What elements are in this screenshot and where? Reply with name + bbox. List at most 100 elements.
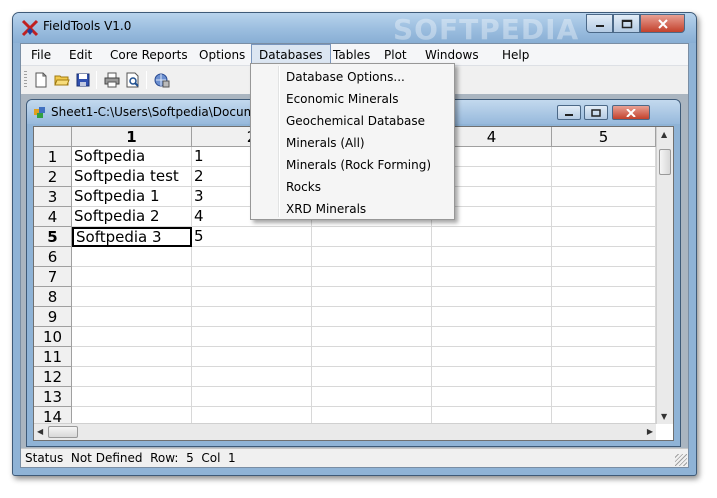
grid-cell[interactable] xyxy=(552,367,656,387)
menu-options[interactable]: Options xyxy=(192,44,252,66)
scroll-left-icon[interactable]: ◀ xyxy=(37,427,43,436)
open-button[interactable] xyxy=(52,70,72,90)
grid-cell[interactable] xyxy=(552,227,656,247)
grid-cell[interactable] xyxy=(432,387,552,407)
horizontal-scrollbar[interactable]: ◀ ▶ xyxy=(34,423,656,440)
row-header[interactable]: 9 xyxy=(34,307,72,327)
menu-minerals-all[interactable]: Minerals (All) xyxy=(253,132,452,154)
menu-core-reports[interactable]: Core Reports xyxy=(103,44,195,66)
grid-cell[interactable] xyxy=(432,307,552,327)
row-header[interactable]: 7 xyxy=(34,267,72,287)
current-cell[interactable]: Softpedia 3 xyxy=(72,227,192,247)
grid-cell[interactable] xyxy=(552,207,656,227)
resize-grip[interactable] xyxy=(675,454,687,466)
menu-geochemical-database[interactable]: Geochemical Database xyxy=(253,110,452,132)
row-header[interactable]: 11 xyxy=(34,347,72,367)
grid-cell[interactable] xyxy=(432,227,552,247)
menu-rocks[interactable]: Rocks xyxy=(253,176,452,198)
database-button[interactable] xyxy=(152,70,172,90)
grid-cell[interactable] xyxy=(72,387,192,407)
minimize-button[interactable] xyxy=(586,14,613,33)
grid-cell[interactable] xyxy=(432,367,552,387)
horizontal-scroll-thumb[interactable] xyxy=(48,426,78,438)
menu-economic-minerals[interactable]: Economic Minerals xyxy=(253,88,452,110)
print-preview-button[interactable] xyxy=(123,70,143,90)
grid-cell[interactable] xyxy=(192,247,312,267)
grid-cell[interactable] xyxy=(312,307,432,327)
row-header[interactable]: 5 xyxy=(34,227,72,247)
grid-cell[interactable] xyxy=(552,307,656,327)
grid-cell[interactable] xyxy=(552,187,656,207)
menu-help[interactable]: Help xyxy=(495,44,536,66)
grid-cell[interactable] xyxy=(312,347,432,367)
row-header[interactable]: 4 xyxy=(34,207,72,227)
grid-cell[interactable]: Softpedia 1 xyxy=(72,187,192,207)
grid-cell[interactable] xyxy=(312,227,432,247)
row-header[interactable]: 6 xyxy=(34,247,72,267)
grid-cell[interactable] xyxy=(552,387,656,407)
grid-cell[interactable] xyxy=(432,327,552,347)
row-header[interactable]: 12 xyxy=(34,367,72,387)
grid-cell[interactable] xyxy=(192,347,312,367)
grid-cell[interactable] xyxy=(192,307,312,327)
new-button[interactable] xyxy=(31,70,51,90)
grid-cell[interactable] xyxy=(432,287,552,307)
scroll-down-icon[interactable]: ▼ xyxy=(661,412,667,421)
grid-cell[interactable] xyxy=(72,347,192,367)
row-header[interactable]: 2 xyxy=(34,167,72,187)
grid-cell[interactable] xyxy=(192,267,312,287)
grid-cell[interactable] xyxy=(72,267,192,287)
vertical-scrollbar[interactable]: ▲ ▼ xyxy=(656,127,673,424)
grid-cell[interactable] xyxy=(432,347,552,367)
grid-cell[interactable]: 5 xyxy=(192,227,312,247)
grid-cell[interactable] xyxy=(552,347,656,367)
maximize-button[interactable] xyxy=(613,14,640,33)
grid-cell[interactable] xyxy=(72,367,192,387)
grid-corner[interactable] xyxy=(34,127,72,147)
grid-cell[interactable]: Softpedia xyxy=(72,147,192,167)
row-header[interactable]: 3 xyxy=(34,187,72,207)
menu-minerals-rock-forming[interactable]: Minerals (Rock Forming) xyxy=(253,154,452,176)
grid-cell[interactable] xyxy=(552,267,656,287)
menu-database-options[interactable]: Database Options... xyxy=(253,66,452,88)
save-button[interactable] xyxy=(73,70,93,90)
scroll-right-icon[interactable]: ▶ xyxy=(647,427,653,436)
sheet-minimize-button[interactable] xyxy=(557,105,581,120)
grid-cell[interactable] xyxy=(72,327,192,347)
sheet-close-button[interactable] xyxy=(612,105,650,120)
grid-cell[interactable] xyxy=(552,287,656,307)
row-header[interactable]: 10 xyxy=(34,327,72,347)
grid-cell[interactable] xyxy=(312,387,432,407)
menu-file[interactable]: File xyxy=(24,44,58,66)
grid-cell[interactable] xyxy=(312,287,432,307)
grid-cell[interactable] xyxy=(552,327,656,347)
print-button[interactable] xyxy=(102,70,122,90)
grid-cell[interactable] xyxy=(312,247,432,267)
grid-cell[interactable] xyxy=(552,247,656,267)
grid-cell[interactable] xyxy=(552,147,656,167)
row-header[interactable]: 13 xyxy=(34,387,72,407)
vertical-scroll-thumb[interactable] xyxy=(659,149,671,175)
grid-cell[interactable] xyxy=(552,167,656,187)
close-button[interactable] xyxy=(640,14,685,33)
grid-cell[interactable] xyxy=(312,327,432,347)
grid-cell[interactable] xyxy=(192,327,312,347)
scroll-up-icon[interactable]: ▲ xyxy=(661,130,667,139)
grid-cell[interactable] xyxy=(312,267,432,287)
column-header[interactable]: 5 xyxy=(552,127,656,147)
toolbar-grip[interactable] xyxy=(24,71,27,89)
grid-cell[interactable]: Softpedia test xyxy=(72,167,192,187)
grid-cell[interactable] xyxy=(72,307,192,327)
grid-cell[interactable] xyxy=(192,367,312,387)
row-header[interactable]: 1 xyxy=(34,147,72,167)
grid-cell[interactable] xyxy=(192,387,312,407)
grid-cell[interactable] xyxy=(72,247,192,267)
grid-cell[interactable] xyxy=(192,287,312,307)
menu-xrd-minerals[interactable]: XRD Minerals xyxy=(253,198,452,220)
row-header[interactable]: 8 xyxy=(34,287,72,307)
grid-cell[interactable]: Softpedia 2 xyxy=(72,207,192,227)
column-header[interactable]: 1 xyxy=(72,127,192,147)
title-bar[interactable]: FieldTools V1.0 SOFTPEDIA xyxy=(13,13,696,46)
grid-cell[interactable] xyxy=(312,367,432,387)
menu-edit[interactable]: Edit xyxy=(62,44,99,66)
